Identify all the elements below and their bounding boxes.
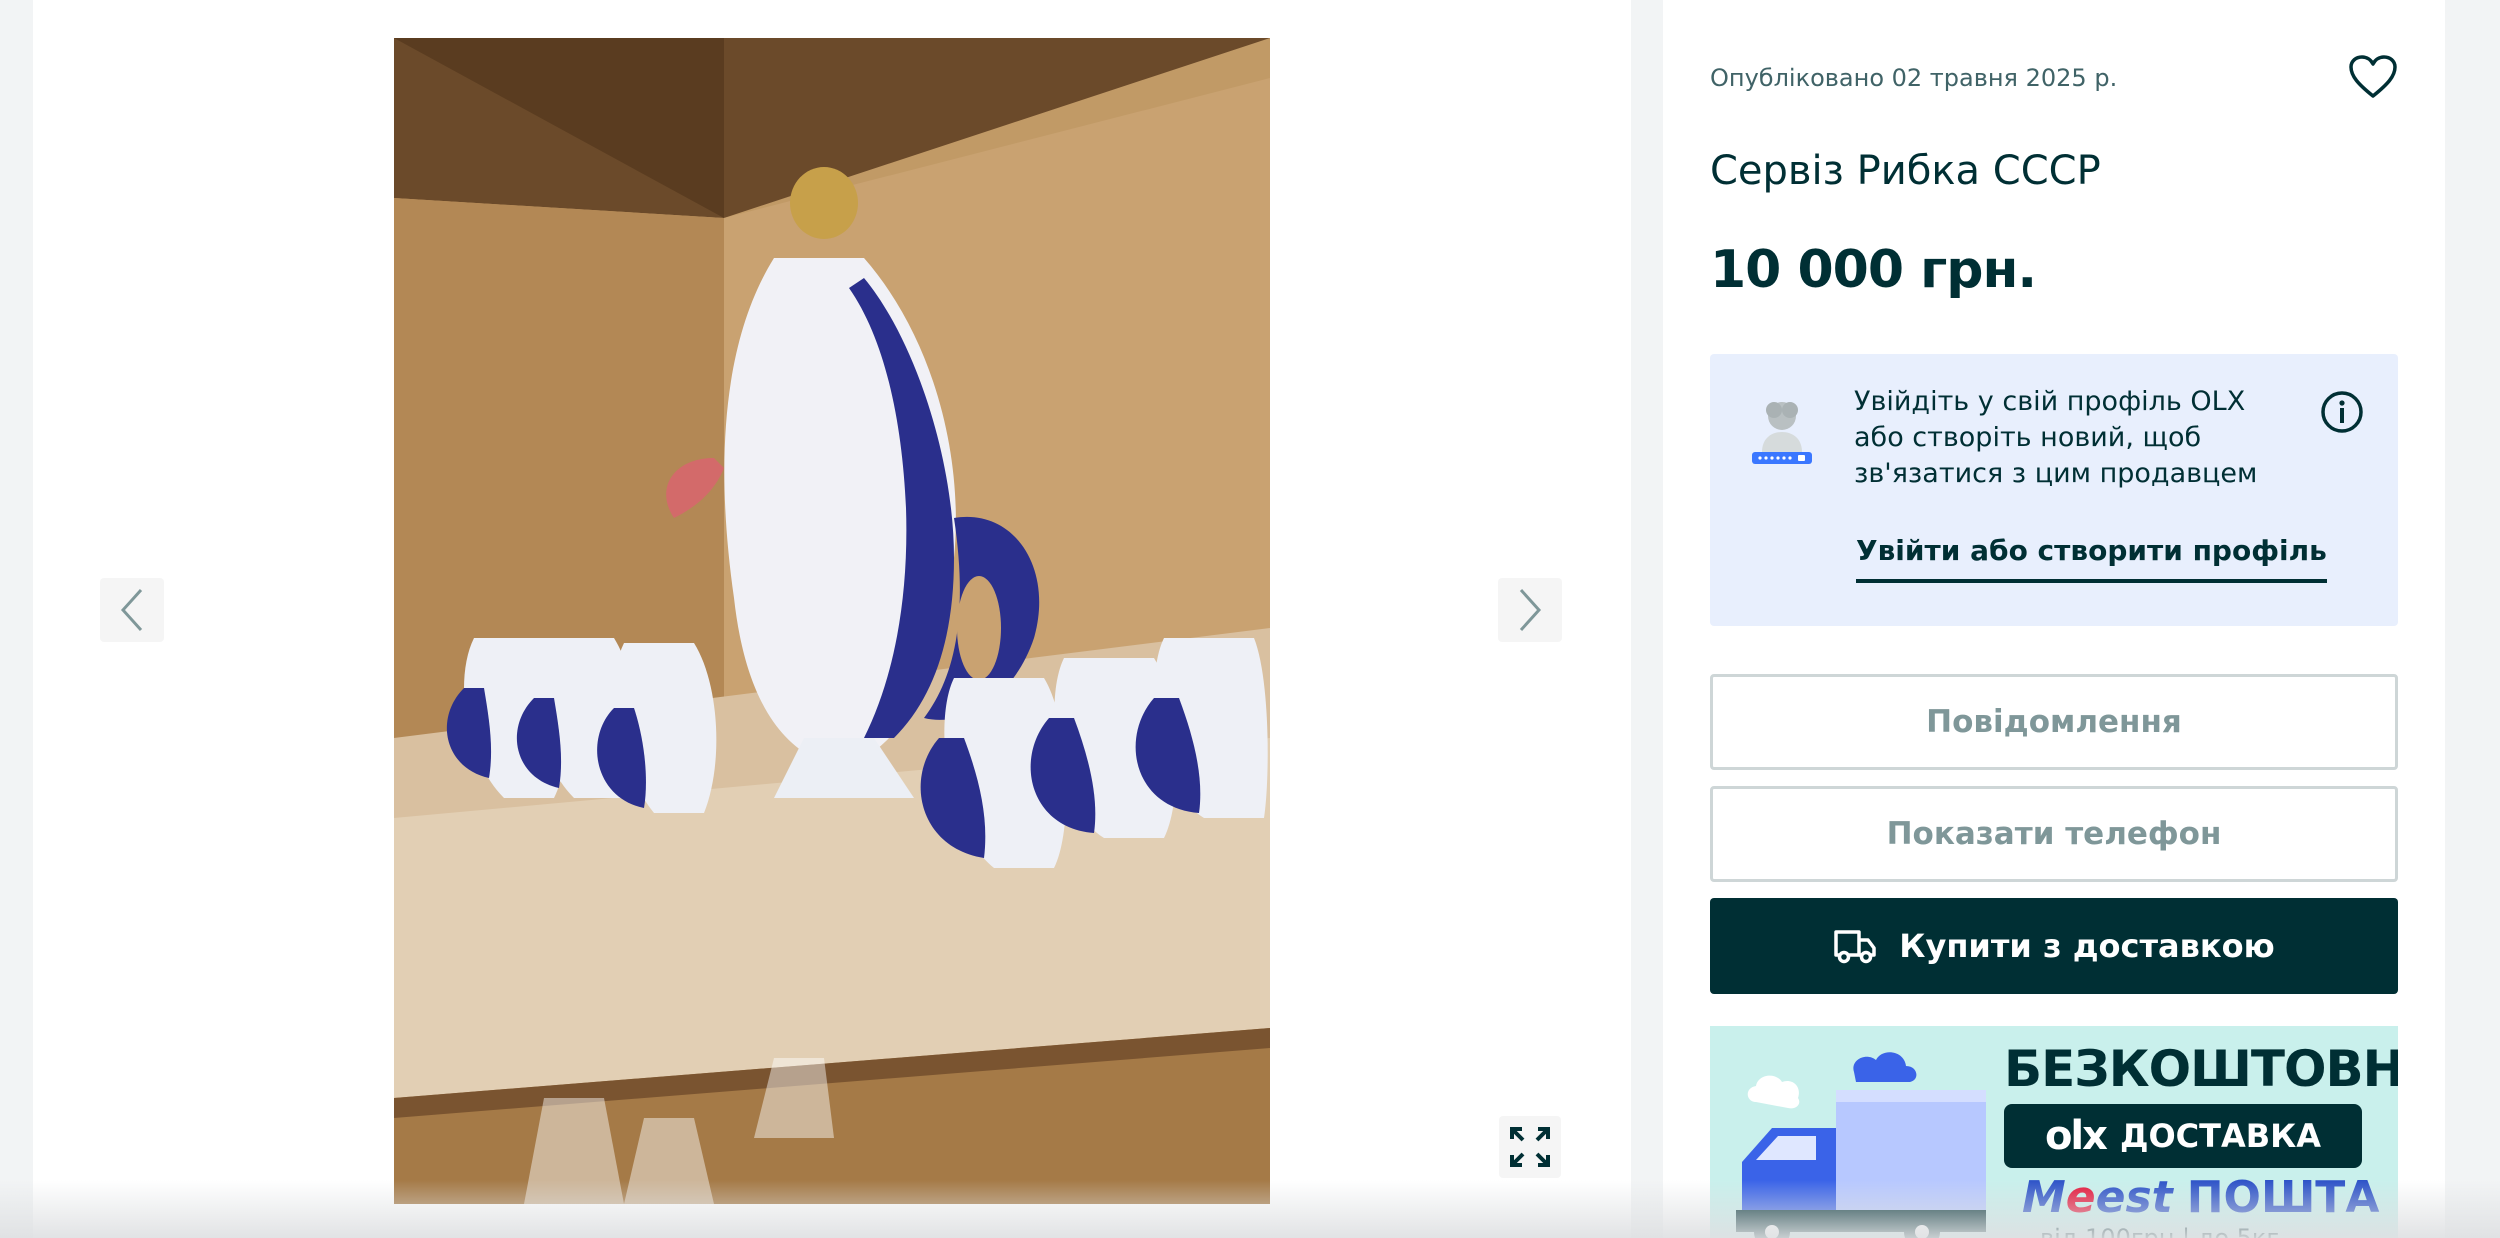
photo-gallery <box>33 0 1631 1238</box>
published-date: Опубліковано 02 травня 2025 р. <box>1710 64 2118 92</box>
olx-logo: olx <box>2044 1113 2108 1159</box>
login-prompt-text: Увійдіть у свій профіль OLX або створіть… <box>1854 386 2258 489</box>
info-icon[interactable] <box>2320 390 2364 434</box>
listing-title: Сервіз Рибка СССР <box>1710 148 2101 194</box>
listing-photo[interactable] <box>394 38 1270 1204</box>
previous-photo-button[interactable] <box>100 578 164 642</box>
chevron-right-icon <box>1519 588 1542 632</box>
listing-sidebar: Опубліковано 02 травня 2025 р. Сервіз Ри… <box>1663 0 2445 1238</box>
login-or-register-link[interactable]: Увійти або створити профіль <box>1856 534 2327 583</box>
delivery-truck-illustration <box>1736 1052 1986 1238</box>
meest-rest: est <box>2095 1172 2173 1223</box>
meest-m: M <box>2022 1172 2066 1223</box>
message-button[interactable]: Повідомлення <box>1710 674 2398 770</box>
expand-icon <box>1510 1127 1550 1167</box>
meest-post-logo: Meest ПОШТА <box>2022 1172 2379 1223</box>
delivery-truck-icon <box>1834 930 1877 964</box>
favorite-button[interactable] <box>2348 54 2398 100</box>
buy-with-delivery-label: Купити з доставкою <box>1899 927 2275 965</box>
next-photo-button[interactable] <box>1498 578 1562 642</box>
photo-fish-porcelain-set <box>394 38 1270 1204</box>
meest-e: e <box>2065 1172 2096 1223</box>
heart-icon <box>2349 55 2397 98</box>
fullscreen-button[interactable] <box>1499 1116 1561 1178</box>
login-prompt-card: Увійдіть у свій профіль OLX або створіть… <box>1710 354 2398 626</box>
listing-price: 10 000 грн. <box>1710 240 2037 300</box>
chevron-left-icon <box>120 588 143 632</box>
avatar-lock-icon <box>1752 402 1812 464</box>
olx-delivery-badge: olx ДОСТАВКА <box>2004 1104 2362 1168</box>
promo-terms: від 100грн | до 5кг <box>2040 1224 2280 1238</box>
show-phone-button[interactable]: Показати телефон <box>1710 786 2398 882</box>
free-delivery-banner[interactable]: БЕЗКОШТОВНА olx ДОСТАВКА Meest ПОШТА від … <box>1710 1026 2398 1238</box>
promo-headline: БЕЗКОШТОВНА <box>2004 1040 2398 1098</box>
promo-delivery-label: ДОСТАВКА <box>2119 1117 2322 1155</box>
post-label: ПОШТА <box>2186 1172 2380 1223</box>
buy-with-delivery-button[interactable]: Купити з доставкою <box>1710 898 2398 994</box>
